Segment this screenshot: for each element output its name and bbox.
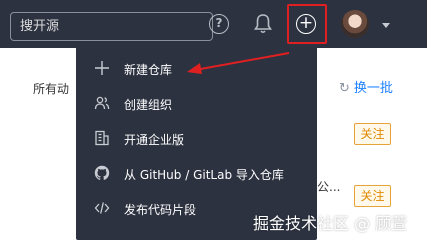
menu-item-enterprise[interactable]: 开通企业版 (76, 120, 317, 156)
feed-item-snippet: 公... (317, 180, 341, 194)
annotation-arrow (187, 52, 290, 74)
refresh-icon: ↻ (339, 81, 350, 96)
watermark: 掘金技术社区 @ 顾萱 (253, 214, 408, 233)
plus-circle-icon[interactable]: + (296, 14, 316, 34)
search-input[interactable] (11, 13, 212, 40)
bell-icon[interactable] (253, 13, 273, 35)
github-icon (94, 165, 110, 180)
menu-item-label: 开通企业版 (124, 133, 185, 147)
avatar[interactable] (341, 10, 369, 38)
follow-button[interactable]: 关注 (354, 185, 391, 207)
caret-down-icon[interactable] (382, 23, 390, 28)
search-box[interactable] (10, 12, 213, 41)
building-icon (95, 130, 109, 146)
plus-icon (95, 61, 109, 75)
users-icon (94, 96, 110, 110)
menu-item-label: 新建仓库 (124, 63, 173, 77)
menu-item-label: 发布代码片段 (124, 203, 197, 217)
follow-button[interactable]: 关注 (354, 123, 391, 145)
feed-label: 所有动 (33, 82, 70, 96)
menu-item-create-org[interactable]: 创建组织 (76, 85, 317, 121)
code-icon (94, 202, 110, 214)
menu-item-import-repo[interactable]: 从 GitHub / GitLab 导入仓库 (76, 155, 317, 191)
menu-item-label: 从 GitHub / GitLab 导入仓库 (124, 168, 284, 182)
top-navigation-bar: ? + (0, 0, 427, 48)
refresh-label: 换一批 (353, 81, 393, 96)
refresh-button[interactable]: ↻ 换一批 (339, 77, 393, 96)
menu-item-label: 创建组织 (124, 98, 173, 112)
help-icon[interactable]: ? (209, 14, 229, 34)
